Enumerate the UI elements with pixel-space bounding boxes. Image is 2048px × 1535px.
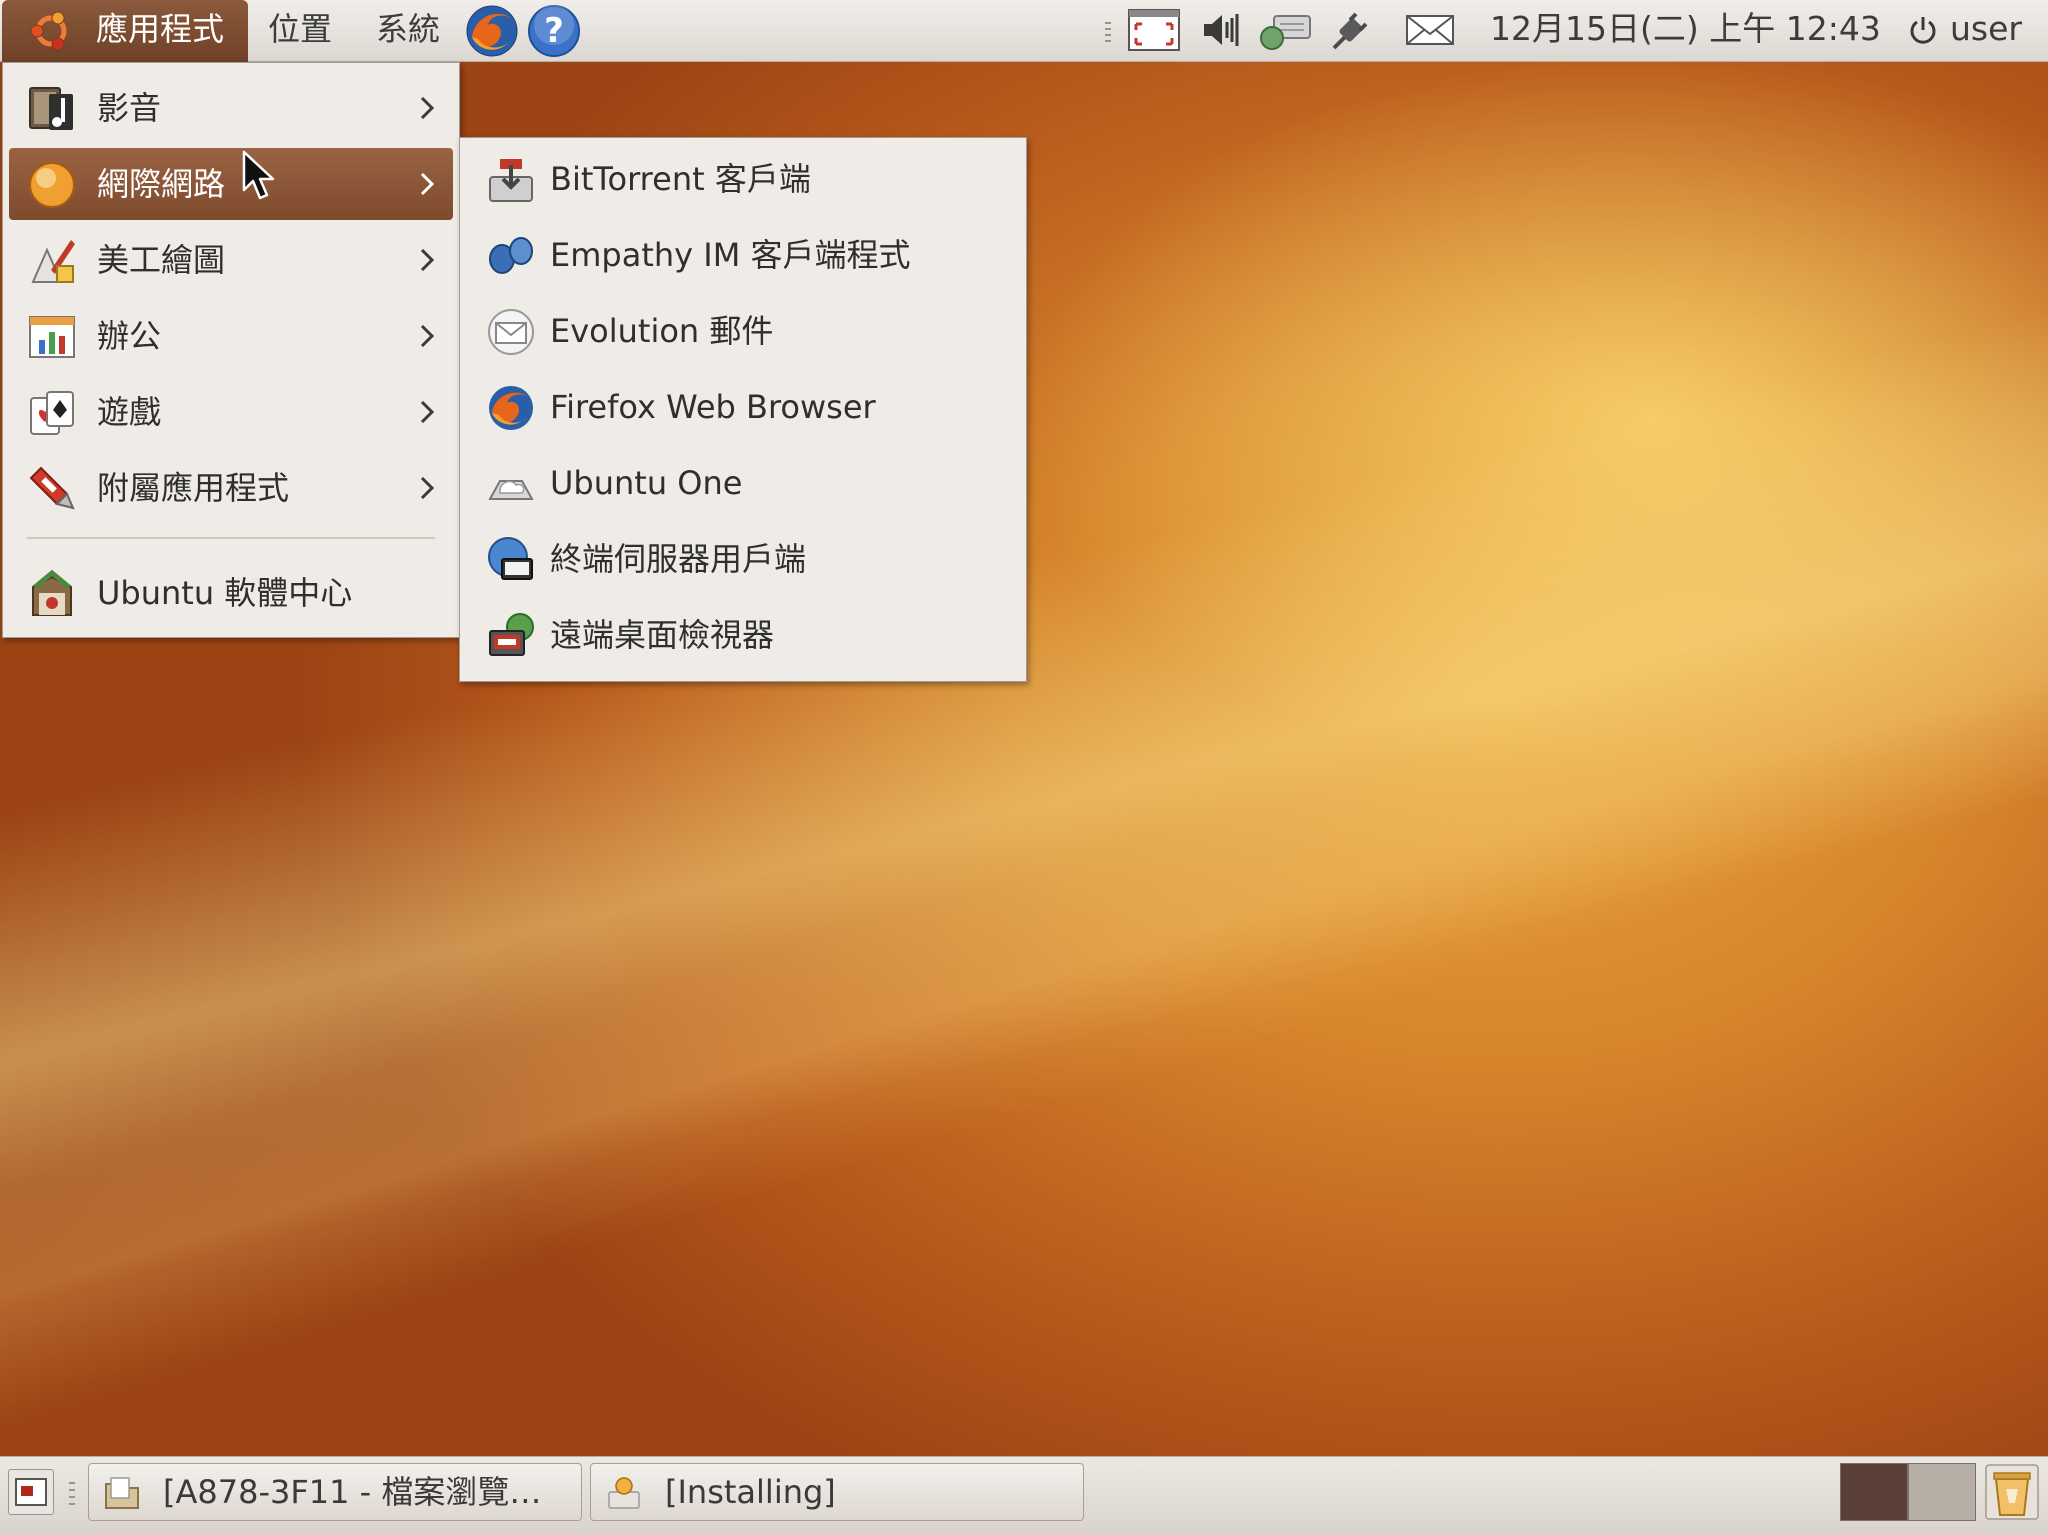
svg-text:?: ? bbox=[544, 11, 564, 51]
taskbar-window-label: [Installing] bbox=[665, 1473, 836, 1511]
menu-item-label: 美工繪圖 bbox=[97, 241, 226, 279]
menu-item-label: Ubuntu 軟體中心 bbox=[97, 574, 353, 612]
internet-icon bbox=[29, 162, 75, 208]
menu-item-internet[interactable]: 網際網路 bbox=[9, 148, 453, 220]
taskbar-window-label: [A878-3F11 - 檔案瀏覽… bbox=[163, 1473, 542, 1511]
panel-grip-icon bbox=[69, 1482, 75, 1505]
installer-icon bbox=[608, 1477, 640, 1509]
submenu-item-evolution[interactable]: Evolution 郵件 bbox=[466, 295, 1020, 367]
menu-separator bbox=[27, 537, 435, 539]
menu-item-office[interactable]: 辦公 bbox=[9, 300, 453, 372]
power-plug-icon[interactable] bbox=[1326, 8, 1372, 52]
submenu-item-label: Ubuntu One bbox=[550, 464, 743, 502]
menu-item-label: 網際網路 bbox=[97, 165, 226, 203]
software-center-icon bbox=[32, 569, 72, 616]
menu-item-sound-video[interactable]: 影音 bbox=[9, 72, 453, 144]
submenu-item-firefox[interactable]: Firefox Web Browser bbox=[466, 371, 1020, 443]
graphics-icon bbox=[31, 240, 75, 283]
applications-menu-label: 應用程式 bbox=[96, 10, 225, 48]
workspace-1[interactable] bbox=[1840, 1463, 1908, 1521]
sound-video-icon bbox=[29, 87, 73, 130]
ubuntu-one-icon bbox=[488, 480, 534, 500]
evolution-mail-icon bbox=[488, 309, 534, 355]
firefox-icon bbox=[489, 386, 533, 430]
show-desktop-icon bbox=[15, 1478, 47, 1506]
network-icon[interactable] bbox=[1256, 8, 1316, 52]
taskbar-window-file-browser[interactable]: [A878-3F11 - 檔案瀏覽… bbox=[88, 1463, 582, 1521]
menu-item-games[interactable]: 遊戲 bbox=[9, 376, 453, 448]
firefox-icon[interactable] bbox=[464, 3, 520, 59]
places-menu[interactable]: 位置 bbox=[254, 0, 346, 62]
power-icon bbox=[1910, 17, 1936, 44]
system-menu[interactable]: 系統 bbox=[362, 0, 454, 62]
menu-item-label: 影音 bbox=[97, 89, 162, 127]
submenu-item-label: BitTorrent 客戶端 bbox=[550, 160, 811, 198]
submenu-item-label: Empathy IM 客戶端程式 bbox=[550, 236, 911, 274]
chevron-right-icon bbox=[420, 324, 435, 348]
chevron-right-icon bbox=[420, 400, 435, 424]
menu-item-label: 遊戲 bbox=[97, 393, 162, 431]
applications-dropdown: 影音 網際網路 美工繪圖 辦公 遊戲 附屬應用程式 Ubuntu 軟體中心 bbox=[2, 62, 460, 638]
chevron-right-icon bbox=[420, 96, 435, 120]
bittorrent-icon bbox=[489, 159, 533, 202]
chevron-right-icon bbox=[420, 248, 435, 272]
menu-item-software-center[interactable]: Ubuntu 軟體中心 bbox=[9, 557, 453, 629]
empathy-icon bbox=[489, 237, 533, 274]
menu-item-graphics[interactable]: 美工繪圖 bbox=[9, 224, 453, 296]
mail-icon[interactable] bbox=[1404, 8, 1456, 52]
menu-item-label: 辦公 bbox=[97, 317, 162, 355]
accessories-icon bbox=[29, 466, 75, 510]
menu-item-label: 附屬應用程式 bbox=[97, 469, 290, 507]
submenu-item-label: Evolution 郵件 bbox=[550, 312, 774, 350]
user-name: user bbox=[1950, 9, 2022, 48]
help-icon[interactable]: ? bbox=[526, 3, 582, 59]
internet-submenu: BitTorrent 客戶端 Empathy IM 客戶端程式 Evolutio… bbox=[459, 137, 1027, 682]
chevron-right-icon bbox=[420, 476, 435, 500]
ubuntu-logo-icon bbox=[30, 11, 67, 51]
volume-icon[interactable] bbox=[1198, 8, 1242, 52]
submenu-item-remote-desktop-viewer[interactable]: 遠端桌面檢視器 bbox=[466, 599, 1020, 671]
trash-icon[interactable] bbox=[1984, 1463, 2040, 1521]
games-icon bbox=[30, 391, 74, 435]
workspace-2[interactable] bbox=[1908, 1463, 1976, 1521]
submenu-item-bittorrent[interactable]: BitTorrent 客戶端 bbox=[466, 143, 1020, 215]
taskbar-window-installing[interactable]: [Installing] bbox=[590, 1463, 1084, 1521]
menu-item-accessories[interactable]: 附屬應用程式 bbox=[9, 452, 453, 524]
submenu-item-label: 遠端桌面檢視器 bbox=[550, 616, 775, 654]
top-panel: 應用程式 位置 系統 ? 12月15日(二) 上午 12:43 user bbox=[0, 0, 2048, 62]
submenu-item-terminal-server-client[interactable]: 終端伺服器用戶端 bbox=[466, 523, 1020, 595]
mouse-cursor-icon bbox=[242, 150, 275, 200]
panel-grip-icon bbox=[1105, 22, 1111, 42]
bottom-panel: [A878-3F11 - 檔案瀏覽… [Installing] bbox=[0, 1456, 2048, 1535]
submenu-item-empathy[interactable]: Empathy IM 客戶端程式 bbox=[466, 219, 1020, 291]
remote-desktop-viewer-icon bbox=[489, 613, 534, 656]
screenshot-icon[interactable] bbox=[1126, 8, 1182, 52]
submenu-item-label: Firefox Web Browser bbox=[550, 388, 876, 426]
folder-icon bbox=[105, 1477, 139, 1509]
applications-menu[interactable]: 應用程式 bbox=[2, 0, 248, 62]
chevron-right-icon bbox=[420, 172, 435, 196]
submenu-item-label: 終端伺服器用戶端 bbox=[550, 540, 807, 578]
terminal-server-client-icon bbox=[488, 537, 533, 580]
submenu-item-ubuntu-one[interactable]: Ubuntu One bbox=[466, 447, 1020, 519]
office-icon bbox=[29, 316, 75, 358]
show-desktop-button[interactable] bbox=[8, 1469, 54, 1515]
clock[interactable]: 12月15日(二) 上午 12:43 bbox=[1490, 0, 1881, 62]
